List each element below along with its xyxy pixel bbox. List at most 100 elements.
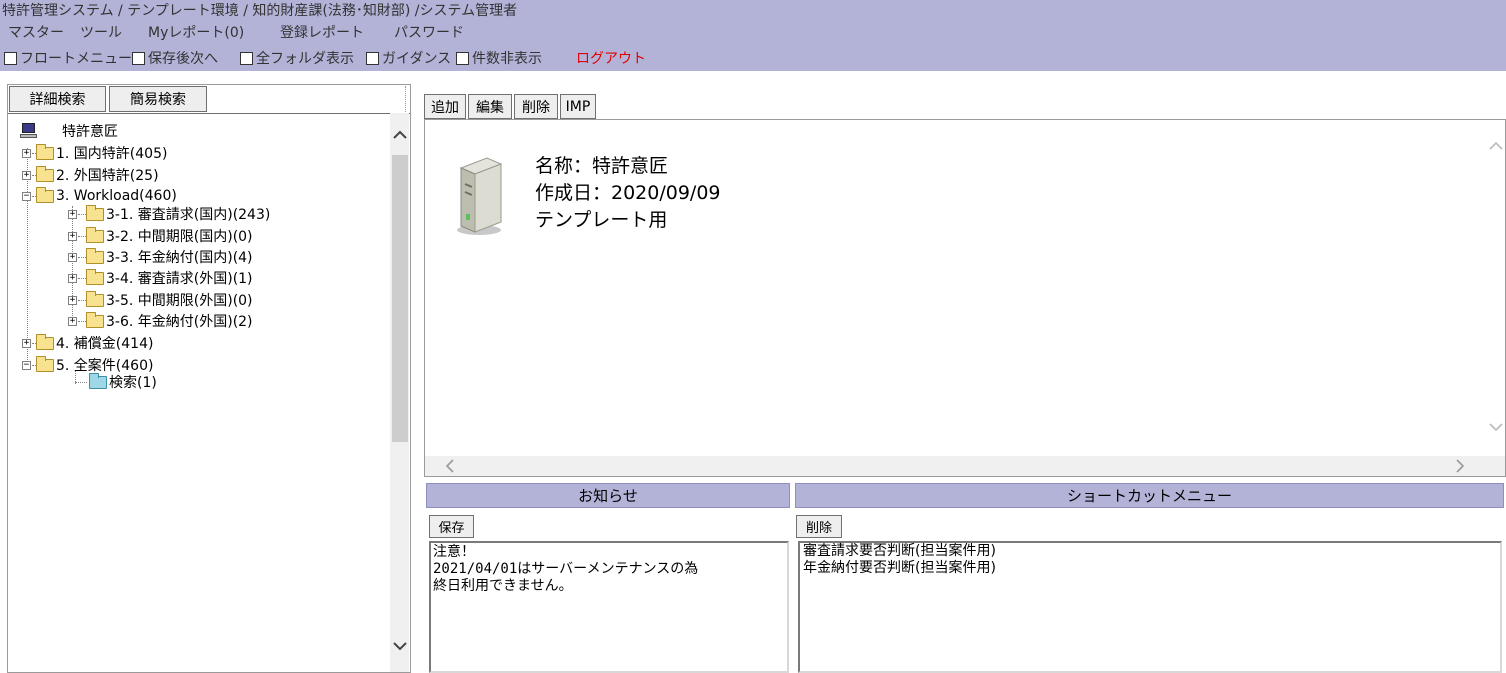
folder-icon <box>36 165 54 182</box>
tree-item-label: 検索(1) <box>109 375 157 391</box>
option-guidance[interactable]: ガイダンス <box>366 48 451 68</box>
content-horizontal-scrollbar[interactable] <box>425 456 1505 476</box>
notice-title: お知らせ <box>426 483 790 508</box>
search-folder-icon <box>89 372 107 389</box>
shortcut-list: 審査請求要否判断(担当案件用) 年金納付要否判断(担当案件用) <box>798 541 1502 673</box>
expand-icon[interactable]: + <box>22 148 31 158</box>
chevron-down-icon[interactable] <box>390 639 409 655</box>
tree-root-label: 特許意匠 <box>62 124 118 140</box>
shortcut-item[interactable]: 年金納付要否判断(担当案件用) <box>803 560 1497 577</box>
tree-item-label: 3-6. 年金納付(外国)(2) <box>106 314 253 330</box>
tree-item-3-1[interactable]: + 3-1. 審査請求(国内)(243) <box>68 204 271 223</box>
collapse-icon[interactable]: − <box>22 360 31 370</box>
hide-count-checkbox[interactable] <box>456 51 469 65</box>
folder-icon <box>86 226 104 243</box>
breadcrumb: 特許管理システム / テンプレート環境 / 知的財産課(法務･知財部) /システ… <box>2 3 518 19</box>
tree-item-label: 3-5. 中間期限(外国)(0) <box>106 293 253 309</box>
guidance-label: ガイダンス <box>382 51 452 67</box>
import-button[interactable]: IMP <box>560 94 596 119</box>
folder-icon <box>86 290 104 307</box>
tree-item-label: 4. 補償金(414) <box>56 336 154 352</box>
all-folders-checkbox[interactable] <box>240 51 253 65</box>
folder-icon <box>36 333 54 350</box>
chevron-up-icon[interactable] <box>390 127 409 143</box>
expand-icon[interactable]: + <box>68 209 77 219</box>
menu-master[interactable]: マスター <box>8 22 64 42</box>
guidance-checkbox[interactable] <box>366 51 379 65</box>
expand-icon[interactable]: + <box>68 316 77 326</box>
tab-detailed-search[interactable]: 詳細検索 <box>9 86 106 112</box>
save-next-label: 保存後次へ <box>148 51 218 67</box>
tree-item-3-2[interactable]: + 3-2. 中間期限(国内)(0) <box>68 226 253 245</box>
hide-count-label: 件数非表示 <box>472 51 542 67</box>
delete-shortcut-button[interactable]: 削除 <box>796 515 842 538</box>
template-note: テンプレート用 <box>535 209 668 231</box>
collapse-icon[interactable]: − <box>22 191 31 201</box>
chevron-right-icon[interactable] <box>1455 459 1465 477</box>
option-all-folders[interactable]: 全フォルダ表示 <box>240 48 354 68</box>
search-panel: 詳細検索 簡易検索 特許意匠 + 1. 国内特許(405) + 2. 外国特許(… <box>7 84 411 673</box>
info-panel: 名称：特許意匠 作成日：2020/09/09 テンプレート用 <box>424 119 1506 477</box>
expand-icon[interactable]: + <box>68 295 77 305</box>
tree-item-3-4[interactable]: + 3-4. 審査請求(外国)(1) <box>68 268 253 287</box>
option-hide-count[interactable]: 件数非表示 <box>456 48 542 68</box>
shortcut-menu-title: ショートカットメニュー <box>795 483 1504 508</box>
expand-icon[interactable]: + <box>22 170 31 180</box>
tree-item-3-3[interactable]: + 3-3. 年金納付(国内)(4) <box>68 247 253 266</box>
expand-icon[interactable]: + <box>68 273 77 283</box>
expand-icon[interactable]: + <box>22 338 31 348</box>
scrollbar-thumb[interactable] <box>392 155 408 442</box>
all-folders-label: 全フォルダ表示 <box>256 51 354 67</box>
option-save-next[interactable]: 保存後次へ <box>132 48 218 68</box>
menu-tools[interactable]: ツール <box>80 22 122 42</box>
tree-item-label: 3. Workload(460) <box>56 188 177 204</box>
logout-link[interactable]: ログアウト <box>576 48 646 68</box>
tree-item-label: 3-1. 審査請求(国内)(243) <box>106 207 271 223</box>
tree-item-3-6[interactable]: + 3-6. 年金納付(外国)(2) <box>68 311 253 330</box>
tree-root[interactable]: 特許意匠 <box>20 122 118 140</box>
folder-tree: 特許意匠 + 1. 国内特許(405) + 2. 外国特許(25) − 3. W… <box>8 113 410 672</box>
folder-icon <box>86 311 104 328</box>
chevron-left-icon[interactable] <box>445 459 455 477</box>
chevron-down-icon[interactable] <box>1487 420 1505 436</box>
option-float-menu[interactable]: フロートメニュー <box>4 48 132 68</box>
tree-scrollbar[interactable] <box>390 113 409 672</box>
tree-item-3-5[interactable]: + 3-5. 中間期限(外国)(0) <box>68 290 253 309</box>
folder-icon <box>86 268 104 285</box>
save-next-checkbox[interactable] <box>132 51 145 65</box>
template-info: 名称：特許意匠 作成日：2020/09/09 テンプレート用 <box>535 153 721 234</box>
folder-icon <box>36 143 54 160</box>
server-icon <box>457 157 503 235</box>
tree-item-search[interactable]: 検索(1) <box>75 372 157 391</box>
tab-simple-search[interactable]: 簡易検索 <box>109 86 207 112</box>
notice-textarea[interactable]: 注意！ 2021/04/01はサーバーメンテナンスの為 終日利用できません。 <box>429 541 789 673</box>
tree-item-foreign[interactable]: + 2. 外国特許(25) <box>22 165 159 184</box>
folder-icon <box>86 204 104 221</box>
folder-icon <box>86 247 104 264</box>
add-button[interactable]: 追加 <box>424 94 466 119</box>
tree-item-label: 3-2. 中間期限(国内)(0) <box>106 229 253 245</box>
panel-resize-handle[interactable] <box>405 86 409 112</box>
tree-item-label: 2. 外国特許(25) <box>56 168 159 184</box>
tree-item-compensation[interactable]: + 4. 補償金(414) <box>22 333 154 352</box>
tree-item-workload[interactable]: − 3. Workload(460) <box>22 186 177 205</box>
shortcut-item[interactable]: 審査請求要否判断(担当案件用) <box>803 543 1497 560</box>
chevron-up-icon[interactable] <box>1487 138 1505 154</box>
menu-registered-report[interactable]: 登録レポート <box>280 22 364 42</box>
tree-item-domestic[interactable]: + 1. 国内特許(405) <box>22 143 168 162</box>
computer-icon <box>20 123 38 139</box>
tree-item-label: 1. 国内特許(405) <box>56 146 168 162</box>
app-header: 特許管理システム / テンプレート環境 / 知的財産課(法務･知財部) /システ… <box>0 0 1506 71</box>
menu-my-report[interactable]: Myレポート(0) <box>148 22 244 42</box>
expand-icon[interactable]: + <box>68 252 77 262</box>
folder-icon <box>36 355 54 372</box>
save-button[interactable]: 保存 <box>429 515 474 538</box>
expand-icon[interactable]: + <box>68 231 77 241</box>
edit-button[interactable]: 編集 <box>468 94 512 119</box>
delete-tab-button[interactable]: 削除 <box>514 94 558 119</box>
content-vertical-scrollbar[interactable] <box>1487 120 1505 456</box>
float-menu-label: フロートメニュー <box>20 51 132 67</box>
template-name: 名称：特許意匠 <box>535 155 669 177</box>
menu-password[interactable]: パスワード <box>394 22 464 42</box>
float-menu-checkbox[interactable] <box>4 51 17 65</box>
